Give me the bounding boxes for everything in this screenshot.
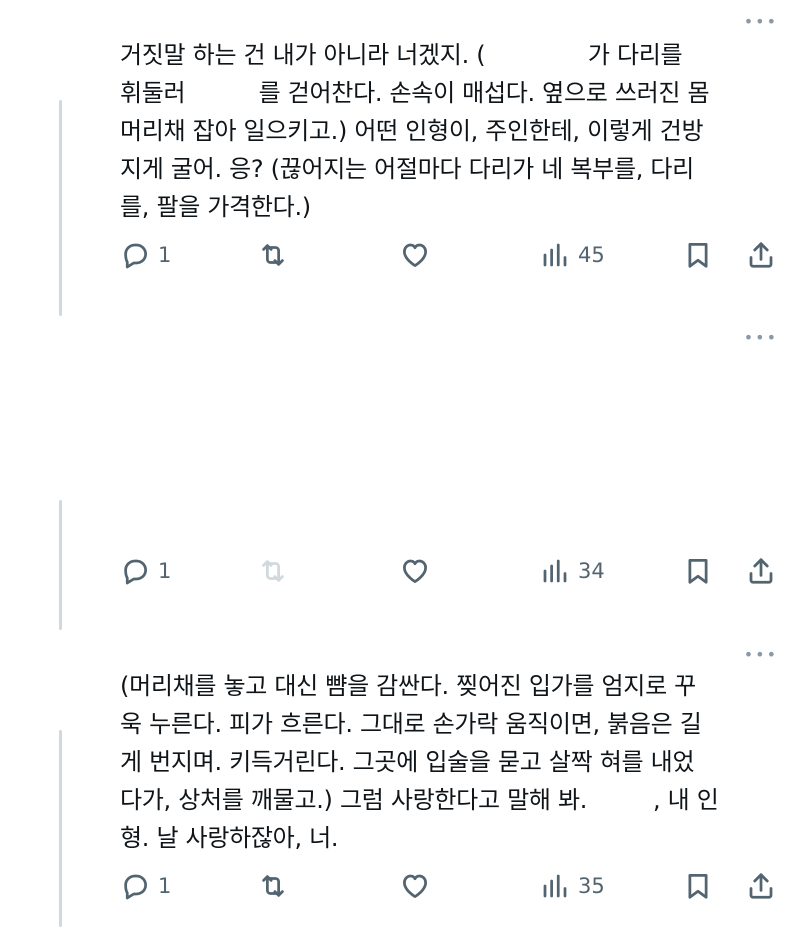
reply-button[interactable]: 1 <box>120 551 171 591</box>
tweet-text: (머리채를 놓고 대신 뺨을 감싼다. 찢어진 입가를 엄지로 꾸 욱 누른다.… <box>120 672 719 852</box>
bookmark-icon <box>688 243 708 268</box>
thread-line <box>59 100 62 316</box>
share-icon <box>749 242 773 268</box>
views-button[interactable]: 45 <box>540 235 605 275</box>
reply-count: 1 <box>158 243 172 267</box>
share-icon <box>749 558 773 584</box>
views-icon <box>543 559 567 583</box>
heart-icon <box>403 243 427 267</box>
bookmark-button[interactable] <box>683 551 713 591</box>
like-button[interactable] <box>400 551 430 591</box>
view-count: 34 <box>578 559 605 583</box>
tweet-actions: 1 45 <box>0 235 800 275</box>
reply-button[interactable]: 1 <box>120 866 171 906</box>
retweet-button[interactable] <box>258 866 288 906</box>
bookmark-icon <box>688 874 708 899</box>
reply-icon <box>124 559 147 585</box>
views-button[interactable]: 34 <box>540 551 605 591</box>
tweet-3: ••• (머리채를 놓고 대신 뺨을 감싼다. 찢어진 입가를 엄지로 꾸 욱 … <box>0 635 800 927</box>
bookmark-button[interactable] <box>683 235 713 275</box>
more-options-button[interactable]: ••• <box>744 647 778 663</box>
share-button[interactable] <box>746 235 776 275</box>
bookmark-button[interactable] <box>683 866 713 906</box>
share-icon <box>749 873 773 899</box>
like-button[interactable] <box>400 235 430 275</box>
more-options-button[interactable]: ••• <box>744 14 778 30</box>
reply-button[interactable]: 1 <box>120 235 171 275</box>
reply-icon <box>124 243 147 269</box>
retweet-button[interactable] <box>258 235 288 275</box>
tweet-actions: 1 34 <box>0 551 800 591</box>
heart-icon <box>403 874 427 898</box>
view-count: 45 <box>578 243 605 267</box>
views-icon <box>543 243 567 267</box>
more-options-button[interactable]: ••• <box>744 330 778 346</box>
views-icon <box>543 874 567 898</box>
heart-icon <box>403 559 427 583</box>
reply-icon <box>124 874 147 900</box>
retweet-button[interactable] <box>258 551 288 591</box>
retweet-icon <box>262 560 284 582</box>
reply-count: 1 <box>158 559 172 583</box>
share-button[interactable] <box>746 551 776 591</box>
retweet-icon <box>262 875 284 897</box>
share-button[interactable] <box>746 866 776 906</box>
view-count: 35 <box>578 874 605 898</box>
like-button[interactable] <box>400 866 430 906</box>
views-button[interactable]: 35 <box>540 866 605 906</box>
tweet-2: ••• 1 34 <box>0 320 800 635</box>
tweet-1: ••• 거짓말 하는 건 내가 아니라 너겠지. ( 가 다리를 휘둘러 를 걷… <box>0 0 800 320</box>
bookmark-icon <box>688 559 708 584</box>
tweet-actions: 1 35 <box>0 866 800 906</box>
retweet-icon <box>262 244 284 266</box>
reply-count: 1 <box>158 874 172 898</box>
tweet-text: 거짓말 하는 건 내가 아니라 너겠지. ( 가 다리를 휘둘러 를 걷어찬다.… <box>120 41 710 221</box>
